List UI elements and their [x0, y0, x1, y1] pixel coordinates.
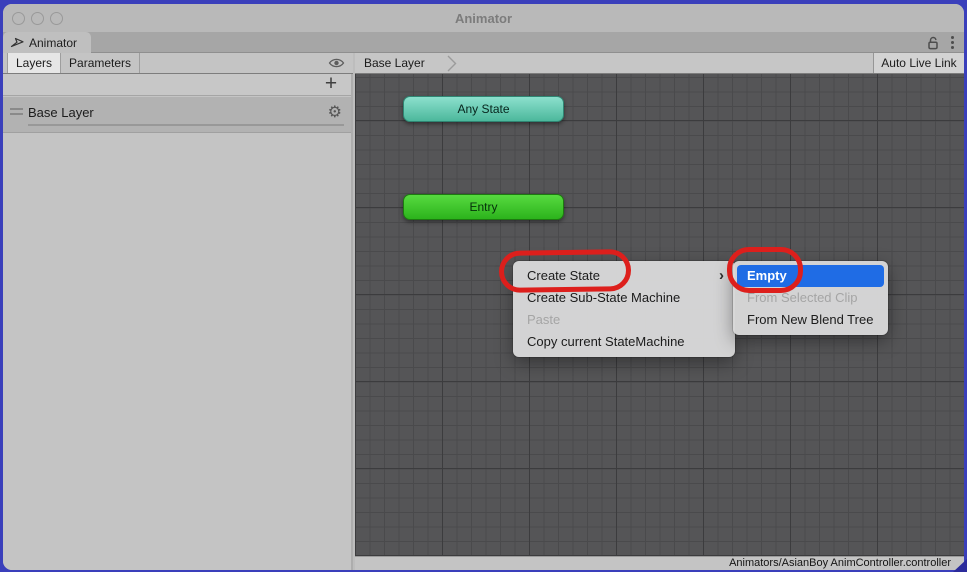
menu-item-create-state[interactable]: Create State › [513, 265, 735, 287]
layer-name: Base Layer [28, 105, 94, 120]
animator-window: Animator Animator [3, 4, 964, 570]
layers-panel: + Base Layer ⚙ [3, 74, 353, 570]
submenu-arrow-icon: › [719, 265, 724, 287]
auto-live-link-button[interactable]: Auto Live Link [873, 53, 964, 73]
desktop-background: Animator Animator [0, 0, 967, 572]
status-bar: Animators/AsianBoy AnimController.contro… [355, 556, 964, 570]
submenu-item-from-new-blend-tree[interactable]: From New Blend Tree [733, 309, 888, 331]
tab-animator-label: Animator [29, 36, 77, 50]
layer-weight-slider[interactable] [28, 124, 344, 126]
menu-item-copy-current-statemachine[interactable]: Copy current StateMachine [513, 331, 735, 353]
submenu-item-empty[interactable]: Empty [737, 265, 884, 287]
node-entry[interactable]: Entry [403, 194, 564, 220]
side-panel-toolbar: Layers Parameters [3, 53, 353, 74]
unlock-icon[interactable] [927, 36, 939, 50]
animator-icon [10, 37, 24, 48]
title-bar: Animator [3, 4, 964, 32]
menu-item-create-sub-state-machine[interactable]: Create Sub-State Machine [513, 287, 735, 309]
tab-parameters[interactable]: Parameters [61, 53, 140, 73]
eye-icon[interactable] [328, 57, 345, 69]
menu-item-paste: Paste [513, 309, 735, 331]
add-layer-button[interactable]: + [321, 72, 341, 96]
drag-handle-icon[interactable] [10, 108, 23, 118]
create-state-submenu: Empty From Selected Clip From New Blend … [733, 261, 888, 335]
context-menu: Create State › Create Sub-State Machine … [513, 261, 735, 357]
kebab-menu-icon[interactable] [949, 34, 956, 51]
breadcrumb-chevron-icon [447, 55, 457, 72]
window-title: Animator [3, 11, 964, 26]
gear-icon[interactable]: ⚙ [328, 102, 342, 121]
submenu-item-from-selected-clip: From Selected Clip [733, 287, 888, 309]
controller-path: Animators/AsianBoy AnimController.contro… [729, 557, 951, 569]
layer-row-base-layer[interactable]: Base Layer ⚙ [3, 97, 351, 133]
breadcrumb[interactable]: Base Layer [355, 56, 425, 70]
canvas-toolbar: Base Layer Auto Live Link [355, 53, 964, 74]
tab-layers[interactable]: Layers [7, 53, 61, 73]
layer-add-row: + [3, 74, 351, 96]
tab-animator[interactable]: Animator [3, 32, 91, 53]
tab-strip: Animator [3, 32, 964, 53]
node-any-state[interactable]: Any State [403, 96, 564, 122]
